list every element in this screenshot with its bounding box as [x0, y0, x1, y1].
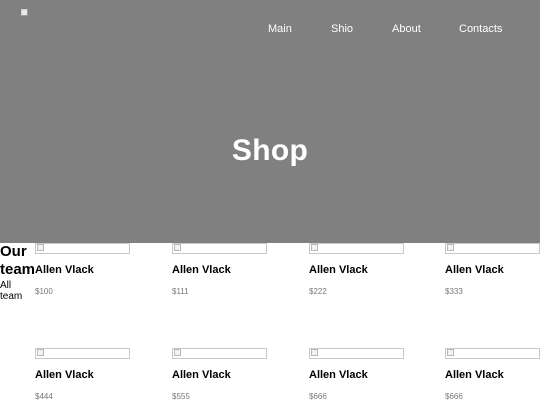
product-price: $100	[35, 287, 53, 296]
broken-image-icon	[37, 349, 44, 356]
product-name[interactable]: Allen Vlack	[309, 264, 368, 276]
product-price: $666	[309, 392, 327, 401]
nav-link-shio[interactable]: Shio	[331, 23, 353, 35]
product-name[interactable]: Allen Vlack	[172, 264, 231, 276]
product-image[interactable]	[172, 243, 267, 254]
product-image[interactable]	[35, 243, 130, 254]
broken-image-icon	[311, 349, 318, 356]
product-image[interactable]	[445, 348, 540, 359]
broken-image-icon	[447, 244, 454, 251]
main-nav: Main Shio About Contacts	[0, 23, 540, 37]
product-name[interactable]: Allen Vlack	[35, 369, 94, 381]
product-price: $666	[445, 392, 463, 401]
product-price: $111	[172, 287, 189, 296]
team-subheading: All team	[0, 280, 23, 302]
product-image[interactable]	[309, 243, 404, 254]
product-name[interactable]: Allen Vlack	[445, 369, 504, 381]
broken-image-icon	[174, 349, 181, 356]
broken-image-icon	[447, 349, 454, 356]
logo-broken-image-icon[interactable]	[21, 9, 29, 17]
product-image[interactable]	[445, 243, 540, 254]
product-price: $333	[445, 287, 463, 296]
product-image[interactable]	[172, 348, 267, 359]
product-price: $222	[309, 287, 327, 296]
team-heading: Our team	[0, 243, 36, 278]
product-name[interactable]: Allen Vlack	[445, 264, 504, 276]
nav-link-main[interactable]: Main	[268, 23, 292, 35]
product-price: $555	[172, 392, 190, 401]
product-name[interactable]: Allen Vlack	[35, 264, 94, 276]
nav-link-about[interactable]: About	[392, 23, 421, 35]
product-image[interactable]	[35, 348, 130, 359]
page-title: Shop	[231, 134, 309, 167]
broken-image-icon	[174, 244, 181, 251]
product-image[interactable]	[309, 348, 404, 359]
broken-image-icon	[37, 244, 44, 251]
product-name[interactable]: Allen Vlack	[309, 369, 368, 381]
broken-image-icon	[311, 244, 318, 251]
nav-link-contacts[interactable]: Contacts	[459, 23, 502, 35]
hero-banner: Main Shio About Contacts Shop	[0, 0, 540, 243]
product-name[interactable]: Allen Vlack	[172, 369, 231, 381]
product-price: $444	[35, 392, 53, 401]
